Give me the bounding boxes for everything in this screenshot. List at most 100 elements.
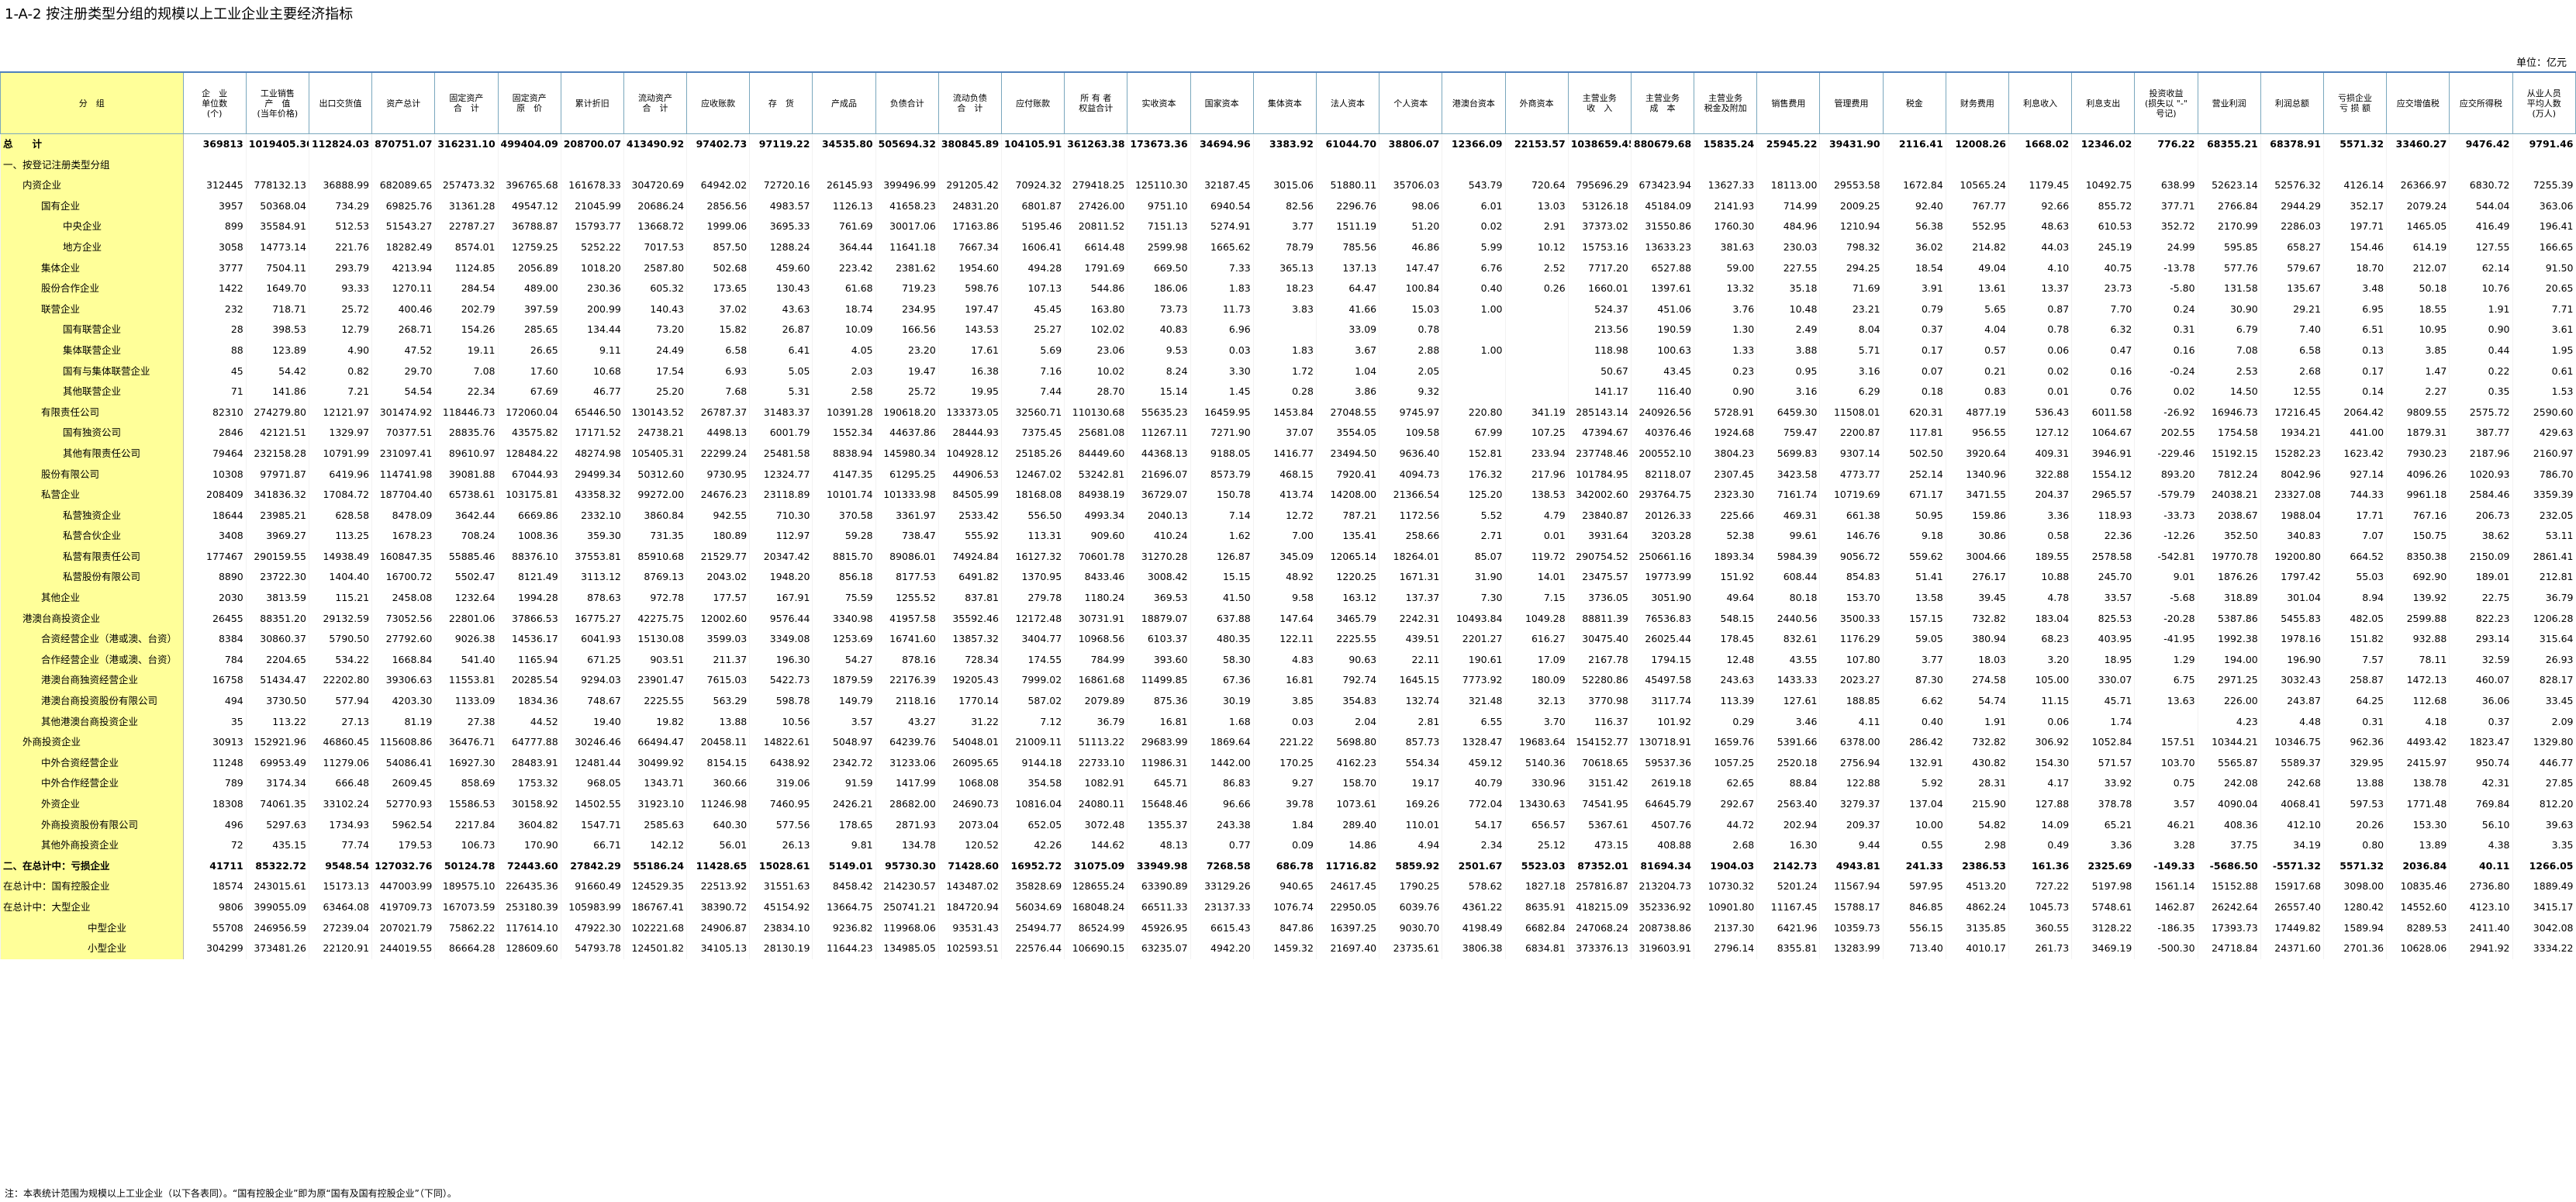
table-cell: 12008.26: [1945, 133, 2009, 155]
table-cell: [497, 154, 561, 176]
table-cell: 26.87: [749, 319, 813, 340]
table-cell: 4213.94: [371, 257, 435, 279]
table-cell: 16927.30: [434, 752, 498, 774]
table-cell: 118.93: [2071, 505, 2135, 527]
table-cell: 0.55: [1882, 835, 1946, 856]
table-cell: 2.34: [1442, 835, 1505, 856]
table-cell: 127032.76: [371, 855, 435, 877]
table-cell: 5.31: [749, 382, 813, 402]
table-cell: 541.40: [434, 649, 498, 671]
table-cell: 16.81: [1252, 670, 1317, 692]
table-row: 外资企业 18308 74061.35 33102.24 52770.93 15586.5…: [0, 794, 2576, 815]
table-cell: 44.72: [1694, 814, 1757, 836]
table-cell: 8.94: [2322, 588, 2387, 609]
table-cell: 3008.42: [1127, 567, 1191, 589]
table-cell: 14.50: [2197, 382, 2261, 402]
table-cell: 6614.48: [1064, 237, 1127, 258]
table-cell: 9.18: [1882, 526, 1946, 547]
table-cell: 857.50: [686, 237, 750, 258]
table-cell: 640.30: [686, 814, 750, 836]
table-cell: 837.81: [938, 588, 1002, 609]
table-cell: 304720.69: [623, 175, 687, 196]
table-cell: 1422: [182, 278, 247, 299]
table-cell: 5565.87: [2197, 752, 2261, 774]
table-cell: 25.12: [1504, 835, 1569, 856]
table-cell: 9144.18: [1000, 752, 1065, 774]
table-cell: 1019405.30: [245, 133, 309, 155]
table-cell: 330.96: [1504, 773, 1569, 794]
table-cell: 166.56: [875, 319, 939, 340]
table-cell: 2023.27: [1819, 670, 1884, 692]
table-row: 集体企业 3777 7504.11 293.79 4213.94 1124.85 2056.…: [0, 257, 2576, 279]
table-cell: 226435.36: [497, 876, 561, 897]
table-cell: 31.22: [938, 711, 1002, 733]
table-cell: 1.91: [2449, 299, 2512, 320]
table-cell: 36729.07: [1127, 485, 1191, 506]
table-cell: 380845.89: [938, 133, 1002, 155]
row-label: 合资经营企业（港或澳、台资）: [0, 629, 184, 650]
table-cell: 45497.58: [1630, 670, 1694, 692]
table-cell: 72443.60: [497, 855, 561, 877]
table-cell: 100.84: [1379, 278, 1442, 299]
table-cell: 2846: [182, 423, 247, 444]
table-cell: 2.09: [2512, 711, 2576, 733]
table-cell: 9548.54: [308, 855, 372, 877]
table-cell: 16.81: [1127, 711, 1191, 733]
table-cell: 3113.12: [560, 567, 624, 589]
table-cell: 0.76: [2071, 382, 2135, 402]
table-cell: 177.57: [686, 588, 750, 609]
table-cell: 7.07: [2322, 526, 2387, 547]
table-cell: 400.46: [371, 299, 435, 320]
table-cell: 30860.37: [245, 629, 309, 650]
table-cell: 0.77: [1190, 835, 1254, 856]
table-cell: 22.36: [2071, 526, 2135, 547]
table-cell: 27426.00: [1064, 195, 1127, 217]
table-cell: 1.30: [1694, 319, 1757, 340]
table-cell: 0.37: [2449, 711, 2512, 733]
table-cell: 213.56: [1567, 319, 1632, 340]
table-cell: 577.56: [749, 814, 813, 836]
table-cell: 3.36: [2071, 835, 2135, 856]
table-cell: 6.62: [1882, 691, 1946, 712]
table-cell: 2.68: [1694, 835, 1757, 856]
table-cell: 93.33: [308, 278, 372, 299]
table-cell: 179.53: [371, 835, 435, 856]
table-cell: 14.86: [1315, 835, 1380, 856]
table-cell: 1672.84: [1882, 175, 1946, 196]
table-cell: 3.85: [2386, 340, 2450, 361]
table-cell: 789: [182, 773, 247, 794]
table-cell: 5.52: [1442, 505, 1505, 527]
table-cell: 6669.86: [497, 505, 561, 527]
table-cell: 268.71: [371, 319, 435, 340]
table-cell: 2038.67: [2197, 505, 2261, 527]
table-cell: 78.11: [2386, 649, 2450, 671]
table-cell: 5252.22: [560, 237, 624, 258]
table-cell: 2.49: [1756, 319, 1820, 340]
table-cell: 578.62: [1442, 876, 1505, 897]
column-header: 个人资本: [1379, 71, 1443, 134]
table-row: 地方企业 3058 14773.14 221.76 18282.49 8574.01 127…: [0, 237, 2576, 258]
column-header: 分 组: [0, 71, 184, 134]
table-cell: 89086.01: [875, 546, 939, 568]
table-cell: 0.07: [1882, 361, 1946, 382]
column-header: 存 货: [749, 71, 813, 134]
table-cell: 138.78: [2386, 773, 2450, 794]
table-cell: 1893.34: [1694, 546, 1757, 568]
table-cell: 5455.83: [2260, 608, 2324, 630]
table-cell: [686, 154, 750, 176]
table-cell: 614.19: [2386, 237, 2450, 258]
table-cell: 11428.65: [686, 855, 750, 877]
table-cell: 15130.08: [623, 629, 687, 650]
table-cell: 555.92: [938, 526, 1002, 547]
table-cell: [1127, 154, 1191, 176]
table-cell: 73.73: [1127, 299, 1191, 320]
table-cell: 15835.24: [1694, 133, 1757, 155]
table-cell: 1790.25: [1379, 876, 1442, 897]
table-cell: 106690.15: [1064, 938, 1127, 959]
table-cell: 2009.25: [1819, 195, 1884, 217]
table-cell: 8121.49: [497, 567, 561, 589]
table-cell: 30.90: [2197, 299, 2261, 320]
table-cell: 9.53: [1127, 340, 1191, 361]
table-cell: 5140.36: [1504, 752, 1569, 774]
table-cell: 1210.94: [1819, 216, 1884, 237]
